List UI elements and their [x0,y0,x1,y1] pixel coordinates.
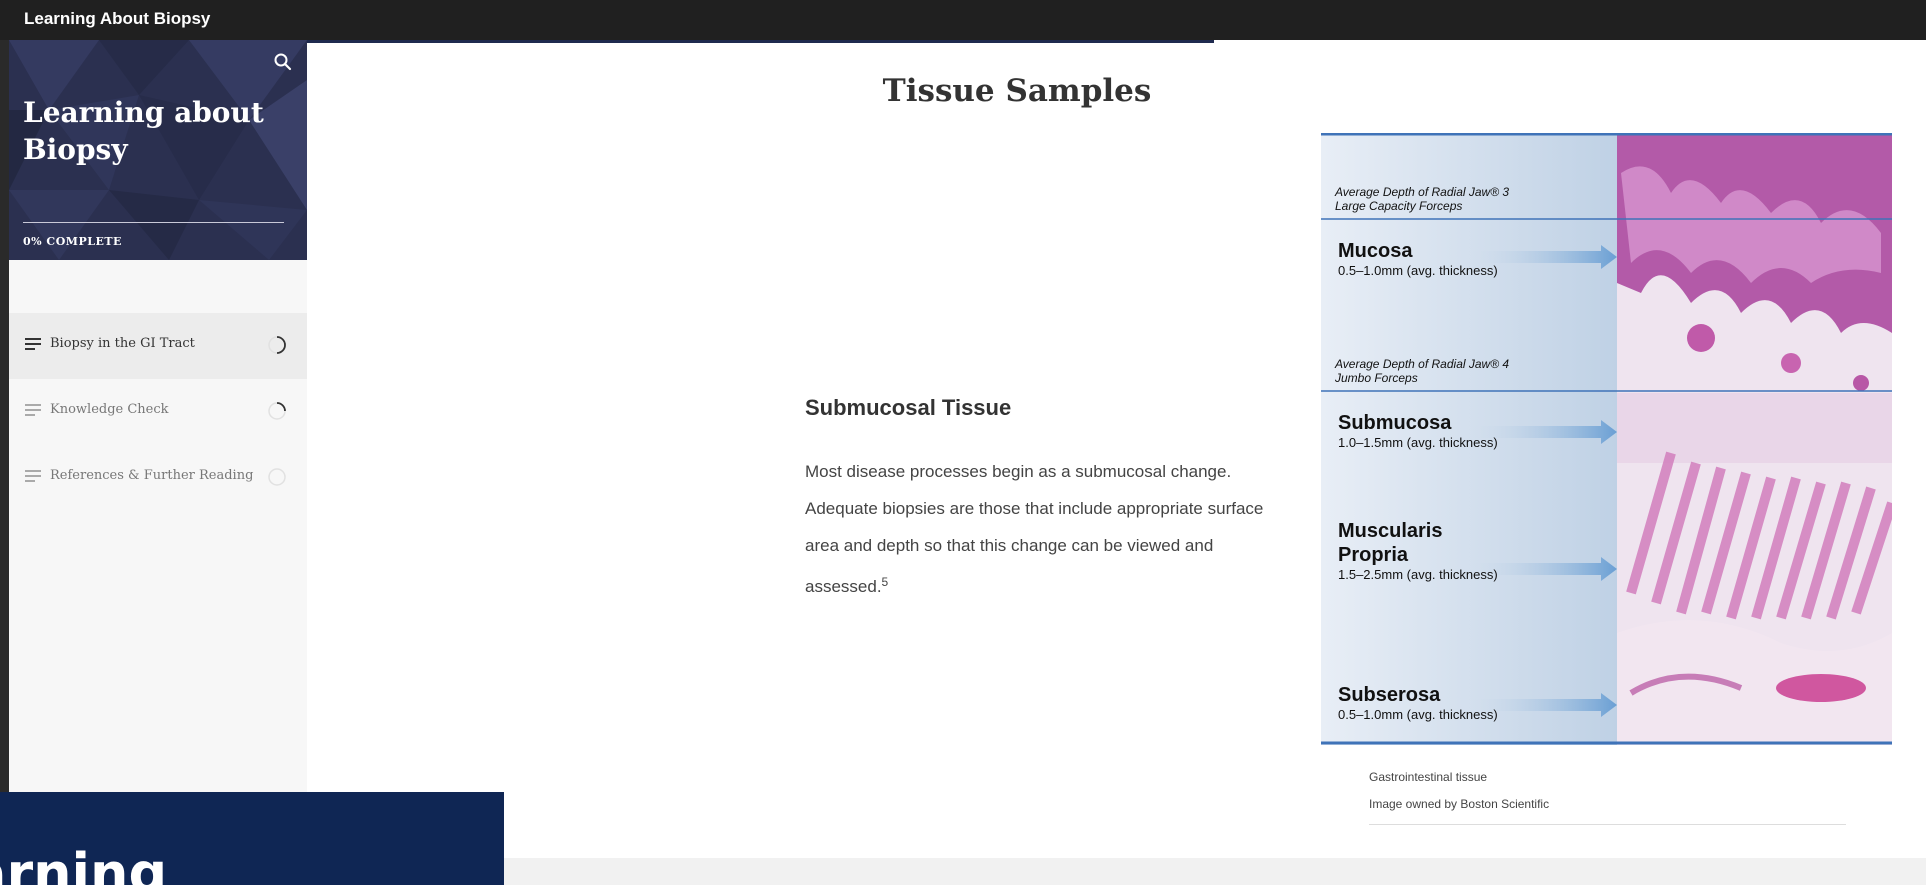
paragraph-text: Most disease processes begin as a submuc… [805,462,1264,596]
caption-divider [1369,824,1846,825]
footnote-ref[interactable]: 5 [882,575,889,589]
search-button[interactable] [271,50,295,74]
layer-muscularis-propria: Muscularis Propria 1.5–2.5mm (avg. thick… [1338,520,1498,582]
progress-ring-icon [268,336,286,354]
layer-submucosa: Submucosa 1.0–1.5mm (avg. thickness) [1338,412,1498,450]
layer-subserosa: Subserosa 0.5–1.0mm (avg. thickness) [1338,684,1498,722]
menu-lines-icon [25,470,41,482]
sidebar-header: Learning about Biopsy 0% COMPLETE [9,40,307,260]
sidebar-item-references[interactable]: References & Further Reading [9,445,307,511]
progress-ring-icon [268,402,286,420]
progress-ring-icon [268,468,286,486]
layer-mucosa: Mucosa 0.5–1.0mm (avg. thickness) [1338,240,1498,278]
course-title: Learning about Biopsy [23,96,264,166]
page-title: Tissue Samples [882,73,1152,109]
app-topbar: Learning About Biopsy [0,0,1926,40]
sidebar-item-knowledge-check[interactable]: Knowledge Check [9,379,307,445]
menu-lines-icon [25,404,41,416]
course-progress-label: 0% COMPLETE [23,235,122,248]
menu-lines-icon [25,338,41,350]
caption-credit: Image owned by Boston Scientific [1369,797,1550,811]
caption-title: Gastrointestinal tissue [1369,770,1488,784]
sidebar-item-label: Biopsy in the GI Tract [50,336,195,351]
depth-marker-jumbo: Average Depth of Radial Jaw® 4 Jumbo For… [1335,357,1510,385]
section-paragraph: Most disease processes begin as a submuc… [805,453,1275,605]
sidebar-item-label: References & Further Reading [50,468,254,483]
lesson-content: Tissue Samples Submucosal Tissue Most di… [307,43,1926,858]
figure-caption: Gastrointestinal tissue Image owned by B… [1369,764,1549,818]
sidebar-item-label: Knowledge Check [50,402,169,417]
tissue-figure: Average Depth of Radial Jaw® 3 Large Cap… [1321,133,1892,745]
sidebar-item-biopsy-in-gi-tract[interactable]: Biopsy in the GI Tract [9,313,307,379]
branding-overlay: arning [0,792,504,885]
depth-marker-large-capacity: Average Depth of Radial Jaw® 3 Large Cap… [1335,185,1510,213]
overlay-text: arning [0,842,168,885]
footer-band [410,858,1926,885]
app-title: Learning About Biopsy [24,9,211,28]
lesson-nav: Biopsy in the GI Tract Knowledge Check R… [9,313,307,511]
section-heading: Submucosal Tissue [805,395,1012,420]
search-icon [274,53,292,71]
window-left-edge [0,40,9,885]
course-sidebar: Learning about Biopsy 0% COMPLETE Biopsy… [9,40,307,792]
header-divider [23,222,284,223]
